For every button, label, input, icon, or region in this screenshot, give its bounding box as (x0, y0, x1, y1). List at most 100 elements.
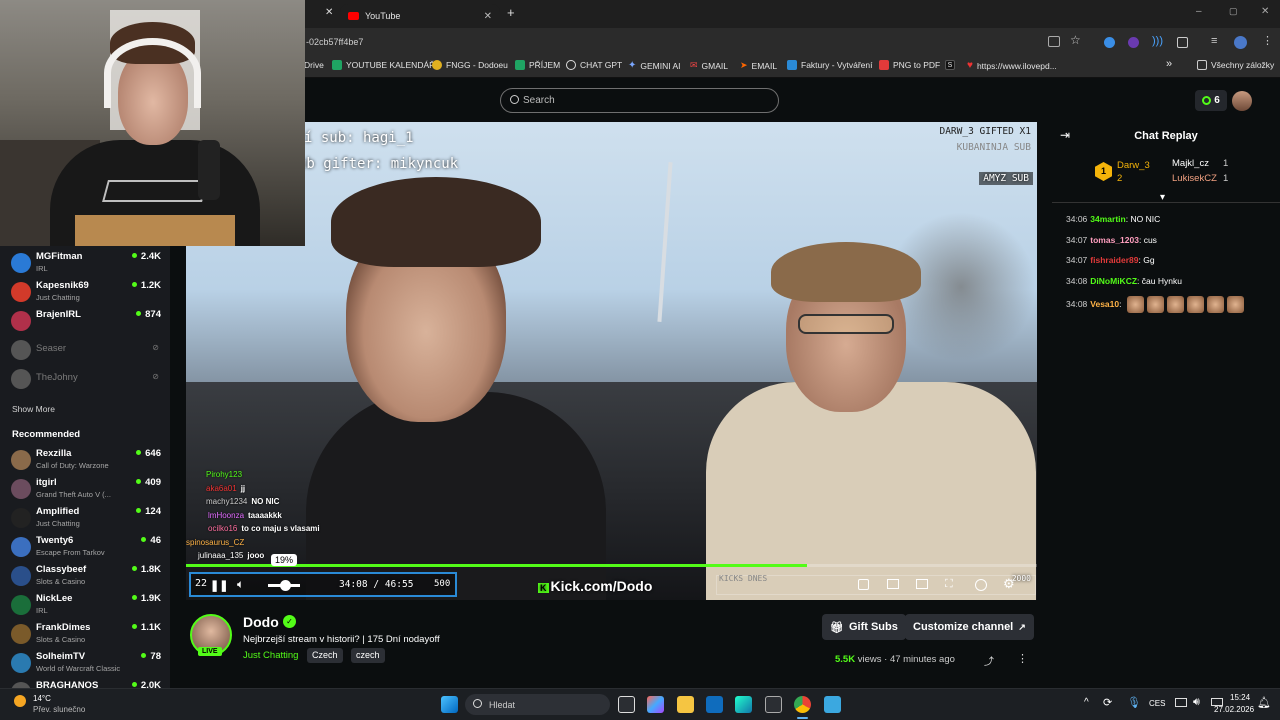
chat-username[interactable]: tomas_1203 (1090, 235, 1139, 245)
channel-name[interactable]: Dodo (243, 614, 279, 630)
new-tab-button[interactable]: + (507, 5, 515, 20)
minimize-button[interactable]: – (1196, 6, 1202, 17)
recommended-channel[interactable]: Rexzilla Call of Duty: Warzone 646 (11, 448, 161, 474)
profile-avatar-icon[interactable] (1234, 36, 1247, 49)
recommended-channel[interactable]: Amplified Just Chatting 124 (11, 506, 161, 532)
more-options-icon[interactable]: ⋮ (1017, 652, 1028, 665)
network-icon[interactable] (1175, 698, 1187, 707)
bookmark-star-icon[interactable]: ☆ (1070, 33, 1081, 47)
close-window-button[interactable]: ✕ (1261, 6, 1269, 17)
recommended-channel[interactable]: Twenty6 Escape From Tarkov 46 (11, 535, 161, 561)
microphone-icon[interactable]: 🎙︎ (1127, 696, 1141, 709)
bookmark-fngg[interactable]: FNGG - Dodoeu (432, 60, 508, 70)
bookmark-drive[interactable]: Drive (304, 60, 324, 70)
show-more-link[interactable]: Show More (12, 404, 55, 414)
recommended-channel[interactable]: itgirl Grand Theft Auto V (... 409 (11, 477, 161, 503)
share-icon[interactable]: ⤴ (984, 653, 994, 668)
bookmark-prijem[interactable]: PŘÍJEM (515, 60, 560, 70)
browser-menu-icon[interactable]: ⋮ (1262, 34, 1273, 47)
customize-channel-button[interactable]: Customize channel ↗ (905, 614, 1034, 640)
sidebar-channel[interactable]: MGFitman IRL 2.4K (11, 251, 161, 277)
sidebar-channel[interactable]: BrajenIRL 874 (11, 309, 161, 335)
sync-icon[interactable]: ⟳ (1103, 696, 1112, 709)
bookmark-png-to-pdf[interactable]: PNG to PDF (879, 60, 940, 70)
bookmark-faktury[interactable]: Faktury - Vytváření (787, 60, 872, 70)
recommended-channel[interactable]: SolheimTV World of Warcraft Classic 78 (11, 651, 161, 677)
tab-youtube[interactable]: YouTube ✕ (340, 4, 500, 28)
outlook-icon[interactable] (706, 696, 723, 713)
overlay-chat-message: taaaakkk (248, 510, 282, 520)
category-link[interactable]: Just Chatting (243, 650, 298, 661)
tag-czech-lower[interactable]: czech (351, 648, 385, 663)
volume-icon[interactable]: 🔈︎ (237, 577, 244, 592)
bookmark-s[interactable]: S (945, 60, 955, 70)
clip-icon[interactable] (858, 579, 869, 590)
all-bookmarks-button[interactable]: Všechny záložky (1197, 60, 1274, 70)
user-avatar[interactable] (1232, 91, 1252, 111)
bookmark-chatgpt[interactable]: CHAT GPT (566, 60, 622, 70)
bookmark-email[interactable]: ➤ EMAIL (740, 60, 777, 71)
progress-track[interactable] (186, 564, 1037, 567)
bookmarks-overflow-button[interactable]: » (1166, 58, 1172, 70)
emote-icon (1186, 296, 1204, 313)
volume-thumb[interactable] (280, 580, 291, 591)
clock-time[interactable]: 15:24 (1230, 693, 1250, 702)
bookmark-ilovepdf[interactable]: ♥ https://www.ilovepd... (967, 60, 1057, 71)
notification-bell-icon[interactable]: 🔔︎ (1257, 696, 1271, 709)
extension-icon-3[interactable]: ))) (1152, 35, 1163, 47)
taskbar-search[interactable]: Hledat (465, 694, 610, 715)
theatre-icon[interactable] (887, 579, 899, 589)
sidebar-channel[interactable]: TheJohny ⊘ (11, 367, 161, 393)
emote-icon (1226, 296, 1244, 313)
sidebar-channel[interactable]: Kapesnik69 Just Chatting 1.2K (11, 280, 161, 306)
task-view-icon[interactable] (618, 696, 635, 713)
chat-username[interactable]: Vesa10 (1090, 299, 1119, 309)
extension-icon-2[interactable] (1128, 37, 1139, 48)
volume-tray-icon[interactable]: 🔊︎ (1193, 696, 1200, 709)
weather-desc[interactable]: Přev. slunečno (33, 705, 85, 714)
gift-subs-button[interactable]: 🎁︎ Gift Subs (822, 614, 906, 640)
chat-username[interactable]: fishraider89 (1090, 255, 1138, 265)
clock-date[interactable]: 27.02.2026 (1214, 705, 1254, 714)
pause-icon[interactable]: ❚❚ (210, 579, 228, 592)
overlay-chat-user: spinosaurus_CZ (186, 537, 245, 547)
windows-start-icon[interactable] (441, 696, 458, 713)
settings-gear-icon[interactable]: ⚙ (1003, 576, 1015, 592)
chat-username[interactable]: 34martin (1090, 214, 1125, 224)
maximize-button[interactable]: ▢ (1229, 6, 1238, 17)
kicks-balance-button[interactable]: 6 (1195, 90, 1227, 111)
bookmark-youtube-kalendar[interactable]: YOUTUBE KALENDÁŘ (332, 60, 435, 70)
bookmark-gmail[interactable]: ✉ GMAIL (690, 60, 728, 71)
recommended-channel[interactable]: FrankDimes Slots & Casino 1.1K (11, 622, 161, 648)
edge-icon[interactable] (735, 696, 752, 713)
tag-czech[interactable]: Czech (307, 648, 343, 663)
bookmark-gemini[interactable]: ✦ GEMINI AI (628, 60, 681, 71)
notepad-icon[interactable] (824, 696, 841, 713)
search-input[interactable]: Search (500, 88, 779, 113)
chat-username[interactable]: DiNoMiKCZ (1090, 276, 1137, 286)
fullscreen-icon[interactable]: ⛶ (945, 578, 953, 591)
weather-temp[interactable]: 14°C (33, 694, 51, 703)
video-player[interactable]: í sub: hagi_1 ub gifter: mikyncuk DARW_3… (186, 122, 1037, 600)
close-tab-icon[interactable]: ✕ (325, 7, 333, 18)
media-icon[interactable]: ≡ (1211, 35, 1217, 47)
tray-overflow-icon[interactable]: ^ (1084, 697, 1089, 708)
quality-icon[interactable] (975, 579, 987, 591)
close-tab-icon[interactable]: ✕ (484, 11, 492, 22)
extension-icon-1[interactable] (1104, 37, 1115, 48)
kick-watermark: K Kick.com/Dodo (538, 578, 653, 594)
chrome-icon[interactable] (794, 696, 811, 713)
volume-slider[interactable] (268, 580, 300, 591)
xbox-icon[interactable] (765, 696, 782, 713)
sidebar-channel[interactable]: Seaser ⊘ (11, 338, 161, 364)
translate-icon[interactable] (1048, 36, 1060, 47)
leader-2-name: Majkl_cz (1172, 158, 1209, 169)
miniplayer-icon[interactable] (916, 579, 928, 589)
language-indicator[interactable]: CES (1149, 699, 1165, 708)
url-field[interactable]: -02cb57ff4be7 (306, 32, 1086, 52)
file-explorer-icon[interactable] (677, 696, 694, 713)
recommended-channel[interactable]: Classybeef Slots & Casino 1.8K (11, 564, 161, 590)
copilot-icon[interactable] (647, 696, 664, 713)
recommended-channel[interactable]: NickLee IRL 1.9K (11, 593, 161, 619)
extensions-puzzle-icon[interactable] (1177, 37, 1188, 48)
